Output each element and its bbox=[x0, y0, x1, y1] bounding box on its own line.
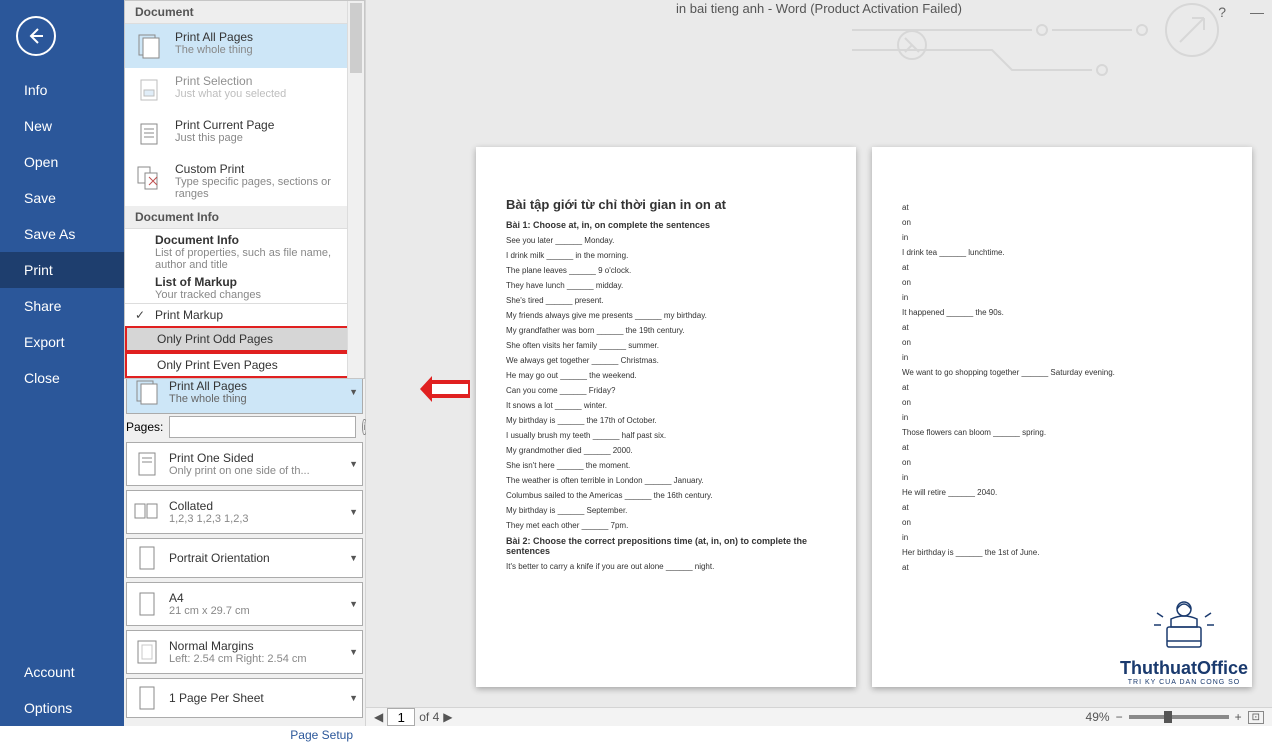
zoom-slider[interactable] bbox=[1129, 715, 1229, 719]
page-icon bbox=[133, 118, 165, 150]
prev-page-button[interactable]: ◀ bbox=[374, 710, 383, 724]
nav-new[interactable]: New bbox=[0, 108, 124, 144]
backstage-sidebar: Info New Open Save Save As Print Share E… bbox=[0, 0, 124, 726]
nav-save[interactable]: Save bbox=[0, 180, 124, 216]
chevron-down-icon: ▼ bbox=[349, 647, 358, 657]
nav-open[interactable]: Open bbox=[0, 144, 124, 180]
nav-share[interactable]: Share bbox=[0, 288, 124, 324]
nav-close[interactable]: Close bbox=[0, 360, 124, 396]
watermark-logo: ThuthuatOffice TRI KY CUA DAN CONG SO bbox=[1120, 597, 1248, 686]
pages-label: Pages: bbox=[126, 420, 163, 434]
chevron-down-icon: ▼ bbox=[349, 553, 358, 563]
setting-collated[interactable]: Collated1,2,3 1,2,3 1,2,3 ▼ bbox=[126, 490, 363, 534]
preview-footer: ◀ of 4 ▶ 49% − + ⊡ bbox=[366, 707, 1272, 726]
option-print-markup[interactable]: Print Markup bbox=[125, 304, 364, 326]
pages-icon bbox=[133, 30, 165, 62]
nav-account[interactable]: Account bbox=[0, 654, 124, 690]
setting-margins[interactable]: Normal MarginsLeft: 2.54 cm Right: 2.54 … bbox=[126, 630, 363, 674]
dropdown-header-document: Document bbox=[125, 1, 364, 24]
page-icon bbox=[131, 682, 163, 714]
print-settings-column: Document Print All PagesThe whole thing … bbox=[124, 0, 366, 726]
margins-icon bbox=[131, 636, 163, 668]
zoom-out-button[interactable]: − bbox=[1116, 710, 1123, 724]
selection-icon bbox=[133, 74, 165, 106]
page-setup-link[interactable]: Page Setup bbox=[290, 728, 353, 742]
preview-area: in bai tieng anh - Word (Product Activat… bbox=[366, 0, 1272, 726]
dropdown-scrollbar[interactable] bbox=[347, 1, 364, 378]
chevron-down-icon: ▼ bbox=[349, 459, 358, 469]
preview-page-1: Bài tập giới từ chỉ thời gian in on at B… bbox=[476, 147, 856, 687]
pages-input[interactable] bbox=[169, 416, 356, 438]
chevron-down-icon: ▼ bbox=[349, 599, 358, 609]
setting-pages-per-sheet[interactable]: 1 Page Per Sheet ▼ bbox=[126, 678, 363, 718]
chevron-down-icon: ▼ bbox=[349, 387, 358, 397]
fit-page-button[interactable]: ⊡ bbox=[1248, 711, 1264, 724]
page-icon bbox=[131, 448, 163, 480]
nav-export[interactable]: Export bbox=[0, 324, 124, 360]
nav-print[interactable]: Print bbox=[0, 252, 124, 288]
page-icon bbox=[131, 588, 163, 620]
custom-icon bbox=[133, 162, 165, 194]
option-even-pages[interactable]: Only Print Even Pages bbox=[125, 352, 364, 378]
print-what-dropdown: Document Print All PagesThe whole thing … bbox=[124, 0, 365, 379]
option-print-current-page[interactable]: Print Current PageJust this page bbox=[125, 112, 364, 156]
back-button[interactable] bbox=[16, 16, 56, 56]
ribbon-decoration bbox=[852, 0, 1272, 80]
zoom-value: 49% bbox=[1086, 710, 1110, 724]
nav-saveas[interactable]: Save As bbox=[0, 216, 124, 252]
pages-icon bbox=[131, 376, 163, 408]
next-page-button[interactable]: ▶ bbox=[443, 710, 452, 724]
dropdown-header-info: Document Info bbox=[125, 206, 364, 229]
option-print-all-pages[interactable]: Print All PagesThe whole thing bbox=[125, 24, 364, 68]
page-number-input[interactable] bbox=[387, 708, 415, 726]
nav-options[interactable]: Options bbox=[0, 690, 124, 726]
setting-one-sided[interactable]: Print One SidedOnly print on one side of… bbox=[126, 442, 363, 486]
nav-info[interactable]: Info bbox=[0, 72, 124, 108]
collate-icon bbox=[131, 496, 163, 528]
page-count: of 4 bbox=[419, 710, 439, 724]
zoom-in-button[interactable]: + bbox=[1235, 710, 1242, 724]
setting-paper-size[interactable]: A421 cm x 29.7 cm ▼ bbox=[126, 582, 363, 626]
option-custom-print[interactable]: Custom PrintType specific pages, section… bbox=[125, 156, 364, 206]
chevron-down-icon: ▼ bbox=[349, 507, 358, 517]
portrait-icon bbox=[131, 542, 163, 574]
option-print-selection[interactable]: Print SelectionJust what you selected bbox=[125, 68, 364, 112]
setting-orientation[interactable]: Portrait Orientation ▼ bbox=[126, 538, 363, 578]
annotation-arrow bbox=[418, 376, 472, 407]
option-odd-pages[interactable]: Only Print Odd Pages bbox=[125, 326, 364, 352]
chevron-down-icon: ▼ bbox=[349, 693, 358, 703]
